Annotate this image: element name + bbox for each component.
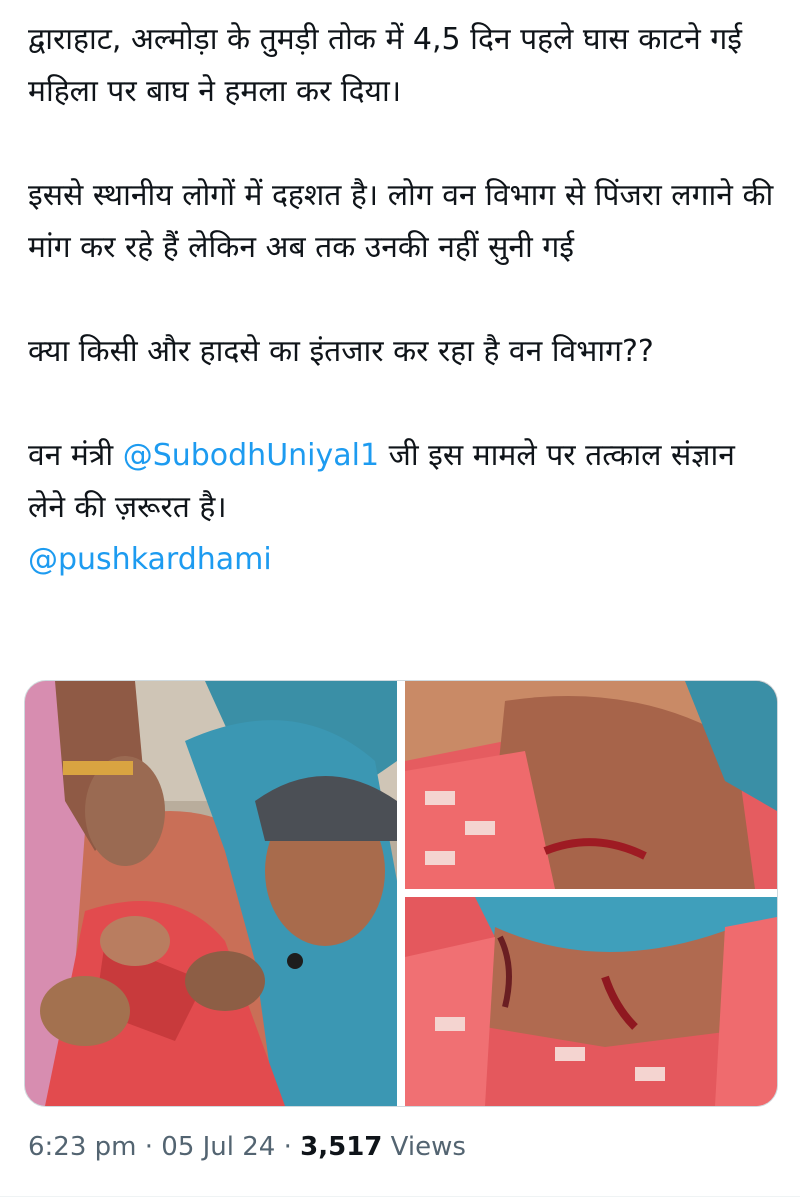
meta-separator: ·: [136, 1132, 162, 1162]
photo-neck-wound-closeup[interactable]: [405, 897, 777, 1106]
tweet-text: द्वाराहाट, अल्मोड़ा के तुमड़ी तोक में 4,…: [28, 14, 778, 586]
tweet-paragraph-4: वन मंत्री @SubodhUniyal1 जी इस मामले पर …: [28, 430, 778, 534]
media-grid: [24, 680, 778, 1107]
mention-subodhuniyal1-link[interactable]: @SubodhUniyal1: [123, 438, 379, 473]
meta-separator: ·: [275, 1132, 301, 1162]
tweet-paragraph-3: क्या किसी और हादसे का इंतजार कर रहा है व…: [28, 334, 654, 369]
tweet-paragraph-2: इससे स्थानीय लोगों में दहशत है। लोग वन व…: [28, 178, 774, 265]
tweet-paragraph-5: @pushkardhami: [28, 534, 778, 586]
photo-shoulder-wound-closeup[interactable]: [405, 681, 777, 889]
views-count[interactable]: 3,517: [300, 1132, 382, 1162]
views-label: Views: [382, 1132, 466, 1162]
tweet-time[interactable]: 6:23 pm: [28, 1132, 136, 1162]
tweet-date[interactable]: 05 Jul 24: [161, 1132, 275, 1162]
para4-prefix: वन मंत्री: [28, 438, 123, 473]
divider: [0, 1196, 800, 1197]
photo-woman-shoulder[interactable]: [25, 681, 397, 1106]
tweet-paragraph-1: द्वाराहाट, अल्मोड़ा के तुमड़ी तोक में 4,…: [28, 22, 742, 109]
mention-pushkardhami-link[interactable]: @pushkardhami: [28, 542, 272, 577]
tweet-meta: 6:23 pm · 05 Jul 24 · 3,517 Views: [28, 1132, 466, 1162]
